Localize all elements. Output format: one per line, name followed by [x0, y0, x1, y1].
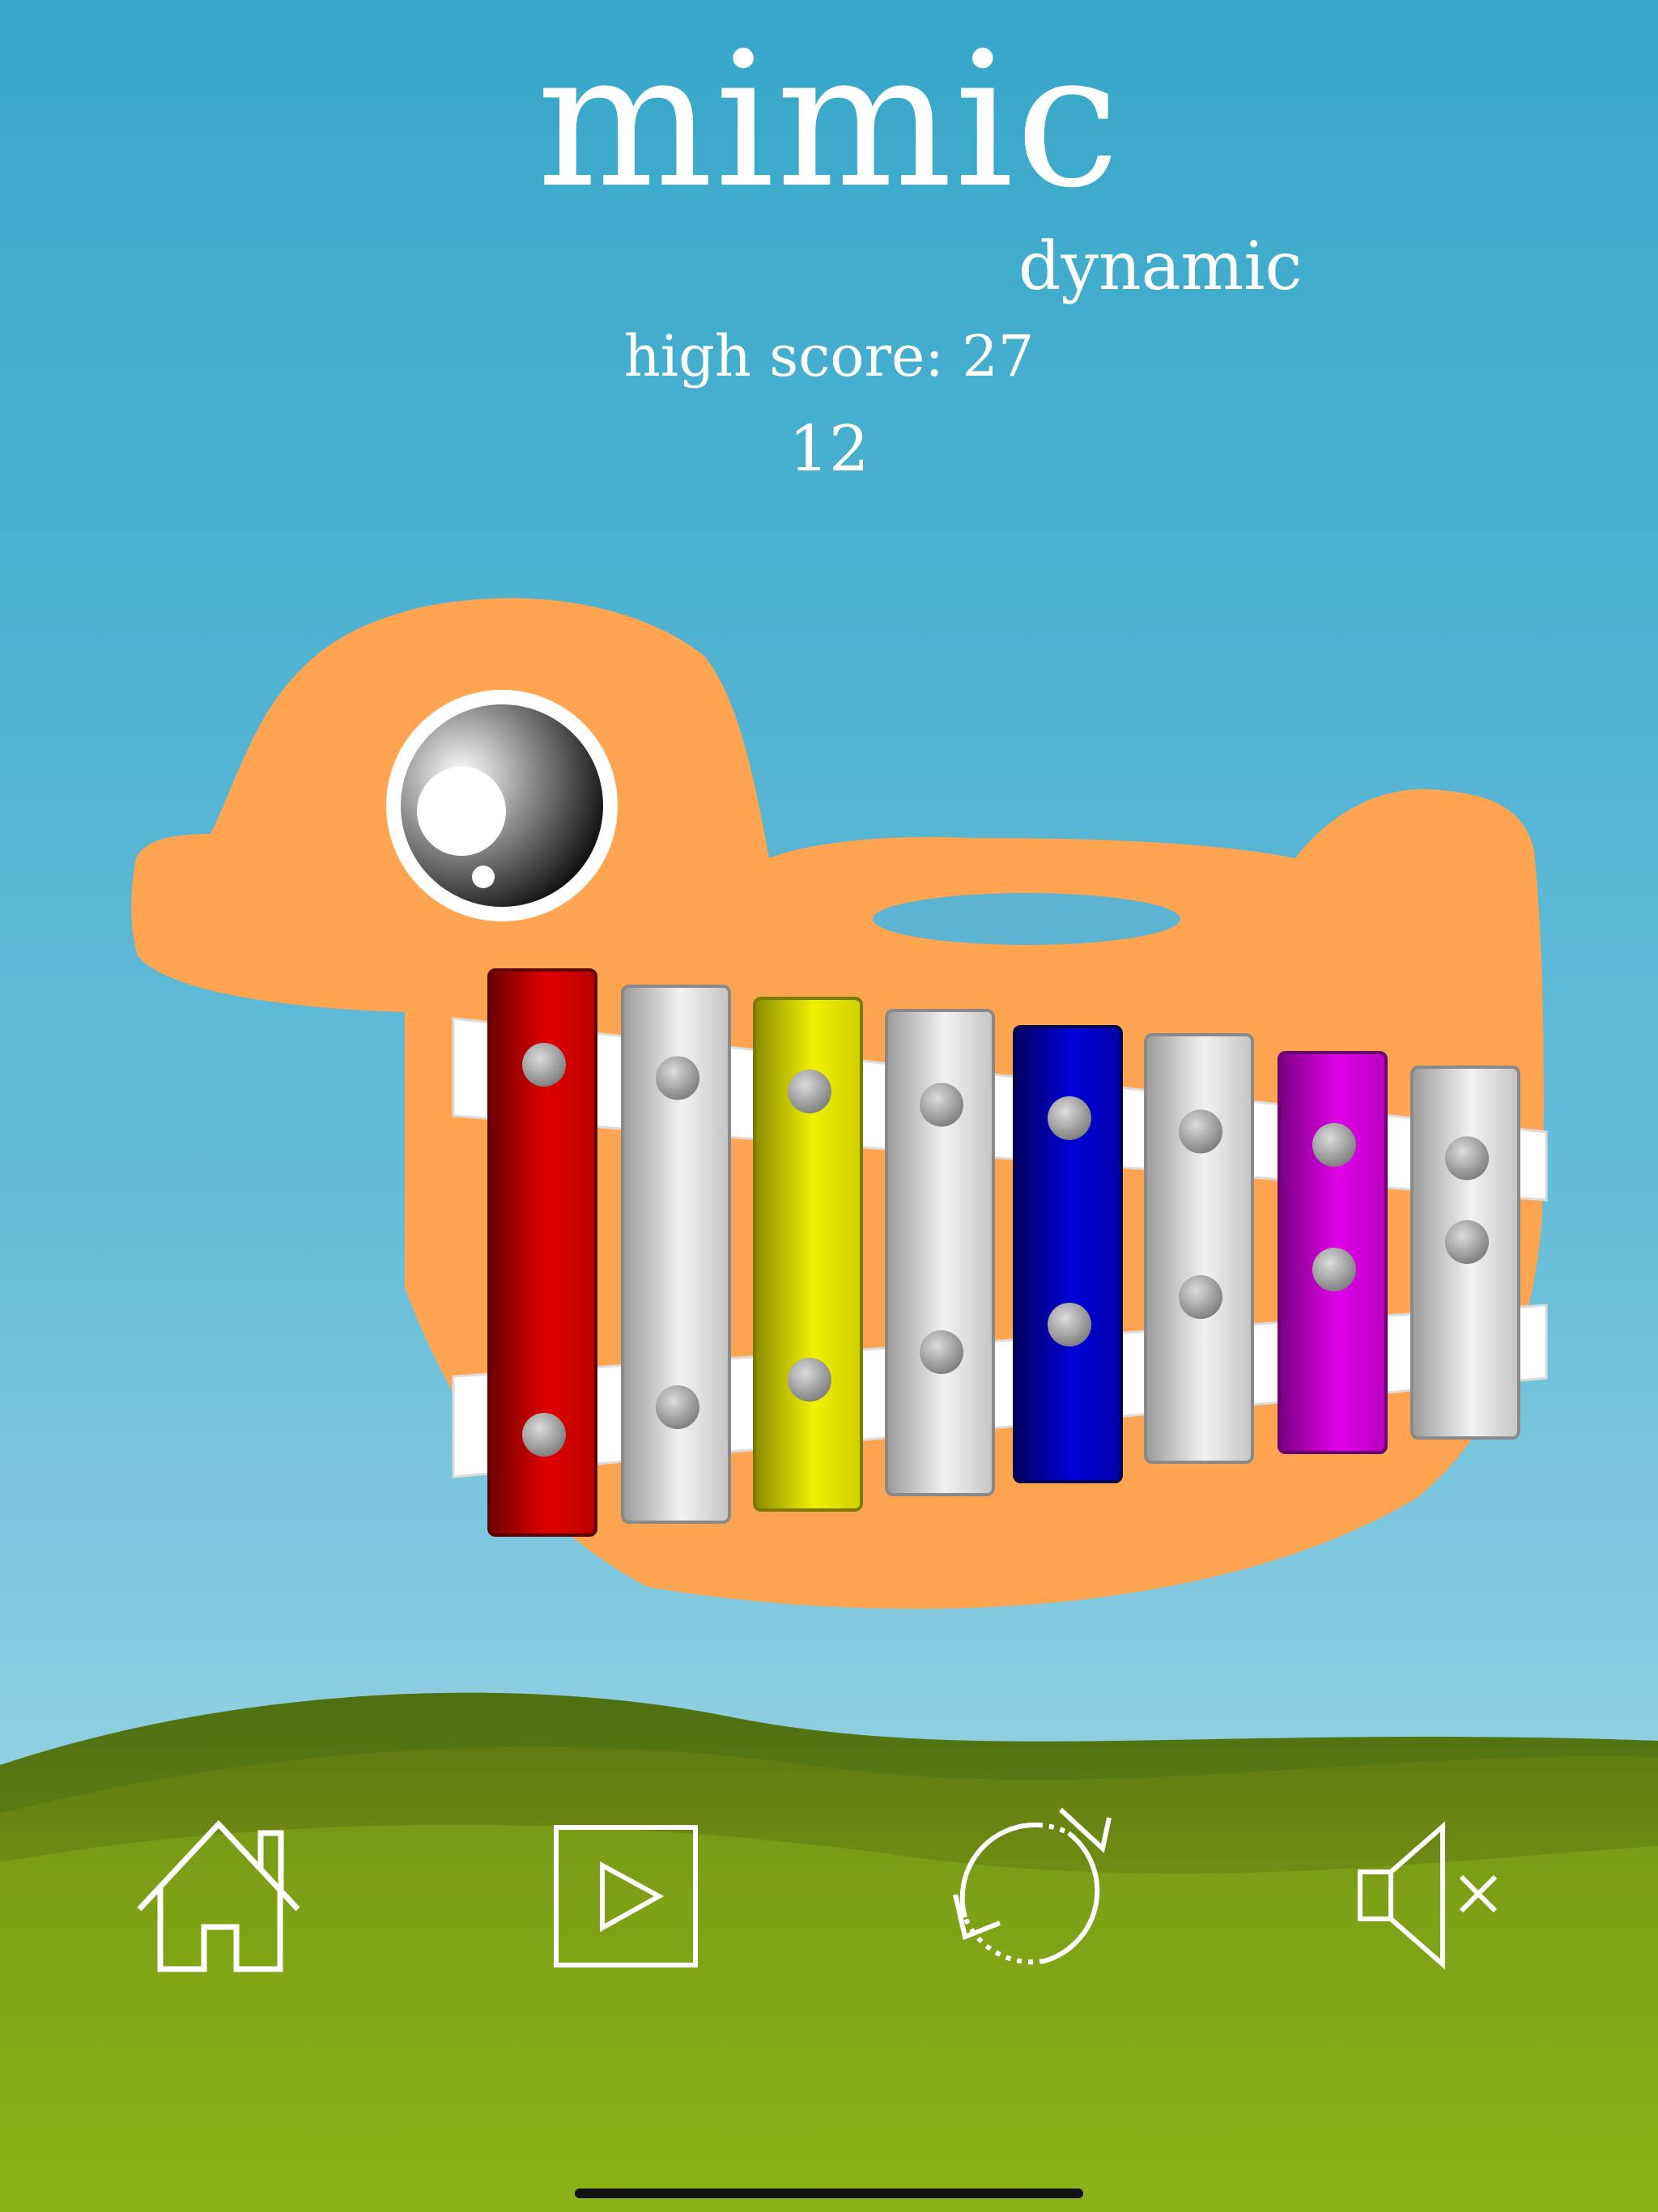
key-peg-bottom: [1179, 1275, 1222, 1319]
key-peg-bottom: [1048, 1303, 1091, 1346]
key-peg-bottom: [920, 1330, 963, 1374]
game-title: mimic: [536, 13, 1122, 229]
xylophone-key-silver[interactable]: [885, 1009, 995, 1496]
key-peg-bottom: [1312, 1248, 1356, 1291]
xylophone-key-silver[interactable]: [1144, 1033, 1254, 1464]
key-peg-top: [1312, 1123, 1356, 1167]
key-peg-bottom: [522, 1413, 566, 1457]
key-peg-top: [522, 1043, 566, 1087]
current-score: 12: [789, 413, 869, 486]
key-peg-top: [1048, 1096, 1091, 1140]
key-peg-top: [1445, 1136, 1489, 1180]
game-mode-label[interactable]: dynamic: [1018, 227, 1302, 308]
xylophone-key-red[interactable]: [487, 968, 597, 1537]
high-score-label: high score: 27: [623, 323, 1035, 389]
home-indicator: [575, 2189, 1083, 2198]
key-peg-top: [788, 1070, 831, 1113]
key-peg-top: [1179, 1109, 1222, 1154]
key-peg-bottom: [656, 1385, 699, 1429]
hill-shade: [0, 1824, 1658, 2212]
xylophone-key-blue[interactable]: [1013, 1025, 1123, 1483]
key-peg-bottom: [788, 1358, 831, 1402]
xylophone-key-magenta[interactable]: [1278, 1051, 1388, 1454]
xylophone-key-silver[interactable]: [621, 985, 731, 1524]
duck-wing-hole: [873, 893, 1180, 945]
xylophone-key-silver[interactable]: [1410, 1066, 1520, 1440]
duck-eye: [386, 690, 618, 921]
xylophone-key-yellow[interactable]: [753, 997, 863, 1512]
key-peg-bottom: [1445, 1220, 1489, 1264]
key-peg-top: [920, 1083, 963, 1127]
key-peg-top: [656, 1056, 699, 1100]
